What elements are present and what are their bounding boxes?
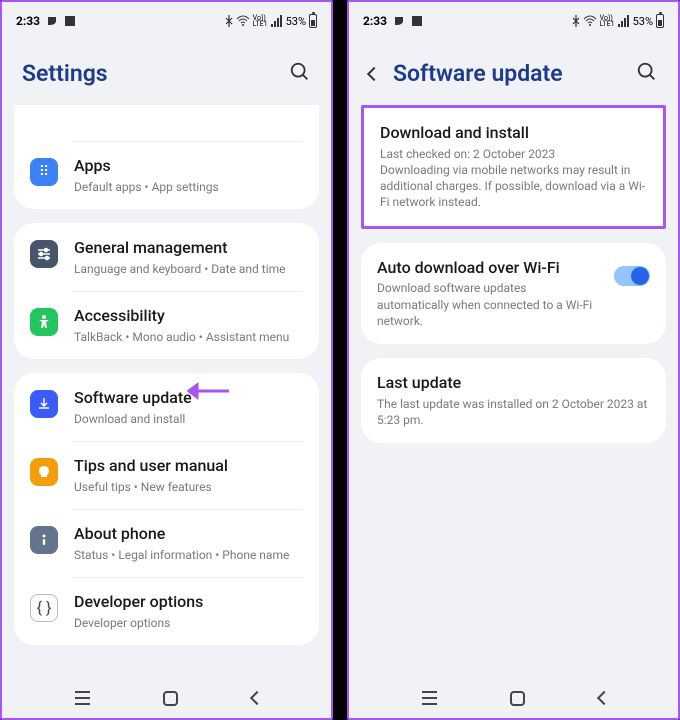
settings-row-general[interactable]: General management Language and keyboard… [14,223,319,291]
row-title: Accessibility [74,306,303,327]
settings-row-apps[interactable]: ⠿ Apps Default apps • App settings [14,141,319,209]
pointer-arrow-icon [187,381,231,405]
header: Software update [349,36,678,105]
page-title: Settings [22,60,108,87]
status-bt-icon [572,15,580,27]
status-battery-pct: 53% [286,15,306,28]
row-title: About phone [74,524,303,545]
nav-recent-icon[interactable] [422,691,437,705]
status-wifi-icon [583,15,597,27]
nav-home-icon[interactable] [510,691,525,706]
search-icon[interactable] [289,61,311,87]
settings-row-developer[interactable]: { } Developer options Developer options [14,577,319,645]
row-sub: Language and keyboard • Date and time [74,261,303,277]
auto-download-toggle[interactable] [614,266,650,286]
status-battery-pct: 53% [633,15,653,28]
info-icon [30,526,58,554]
download-install-row[interactable]: Download and install Last checked on: 2 … [361,105,666,229]
nav-home-icon[interactable] [163,691,178,706]
sliders-icon [30,240,58,268]
status-volte: Vo))LTE1 [600,15,615,28]
update-list: Download and install Last checked on: 2 … [349,105,678,678]
status-album-icon [411,15,423,27]
row-title: Last update [377,373,650,394]
auto-download-row[interactable]: Auto download over Wi-Fi Download softwa… [361,243,666,344]
settings-row-about[interactable]: About phone Status • Legal information •… [14,509,319,577]
settings-row-accessibility[interactable]: Accessibility TalkBack • Mono audio • As… [14,291,319,359]
status-bar: 2:33 Vo))LTE1 53% [349,2,678,36]
software-update-screen: 2:33 Vo))LTE1 53% Software update Downlo… [347,0,680,720]
status-time: 2:33 [16,14,40,28]
last-update-card: Last update The last update was installe… [361,358,666,443]
row-sub: Last checked on: 2 October 2023 Download… [380,146,647,211]
row-sub: Useful tips • New features [74,479,303,495]
battery-icon [656,14,664,28]
nav-bar [2,678,331,718]
status-signal-icon [271,15,283,27]
card-about-group: Software update Download and install Tip… [14,373,319,645]
row-sub: TalkBack • Mono audio • Assistant menu [74,329,303,345]
row-title: Apps [74,156,303,177]
row-sub: The last update was installed on 2 Octob… [377,396,650,428]
row-title: Auto download over Wi-Fi [377,258,598,279]
status-volte: Vo))LTE1 [253,15,268,28]
status-bt-icon [225,15,233,27]
status-album-icon [64,15,76,27]
row-sub: Download and install [74,411,303,427]
page-title: Software update [393,60,563,87]
download-icon [30,390,58,418]
status-bar: 2:33 Vo))LTE1 53% [2,2,331,36]
accessibility-icon [30,308,58,336]
search-icon[interactable] [636,61,658,87]
last-update-row[interactable]: Last update The last update was installe… [361,358,666,443]
status-app-icon [46,15,58,27]
back-arrow-icon[interactable] [367,66,381,80]
settings-row-tips[interactable]: Tips and user manual Useful tips • New f… [14,441,319,509]
row-title: General management [74,238,303,259]
auto-download-card: Auto download over Wi-Fi Download softwa… [361,243,666,344]
apps-icon: ⠿ [30,158,58,186]
settings-screen: 2:33 Vo))LTE1 53% Settings . ⠿ [0,0,333,720]
header: Settings [2,36,331,105]
row-title: Download and install [380,123,647,144]
lightbulb-icon [30,458,58,486]
card-general-group: General management Language and keyboard… [14,223,319,359]
card-apps-group: . ⠿ Apps Default apps • App settings [14,105,319,209]
nav-back-icon[interactable] [597,691,611,705]
settings-row-software-update[interactable]: Software update Download and install [14,373,319,441]
status-wifi-icon [236,15,250,27]
row-title: Tips and user manual [74,456,303,477]
status-signal-icon [618,15,630,27]
row-title: Developer options [74,592,303,613]
row-sub: Status • Legal information • Phone name [74,547,303,563]
row-sub: Developer options [74,615,303,631]
settings-list: . ⠿ Apps Default apps • App settings Gen… [2,105,331,678]
braces-icon: { } [30,594,58,622]
status-app-icon [393,15,405,27]
row-sub: Download software updates automatically … [377,280,598,329]
nav-recent-icon[interactable] [75,691,90,705]
row-sub: Default apps • App settings [74,179,303,195]
nav-back-icon[interactable] [250,691,264,705]
status-time: 2:33 [363,14,387,28]
battery-icon [309,14,317,28]
nav-bar [349,678,678,718]
